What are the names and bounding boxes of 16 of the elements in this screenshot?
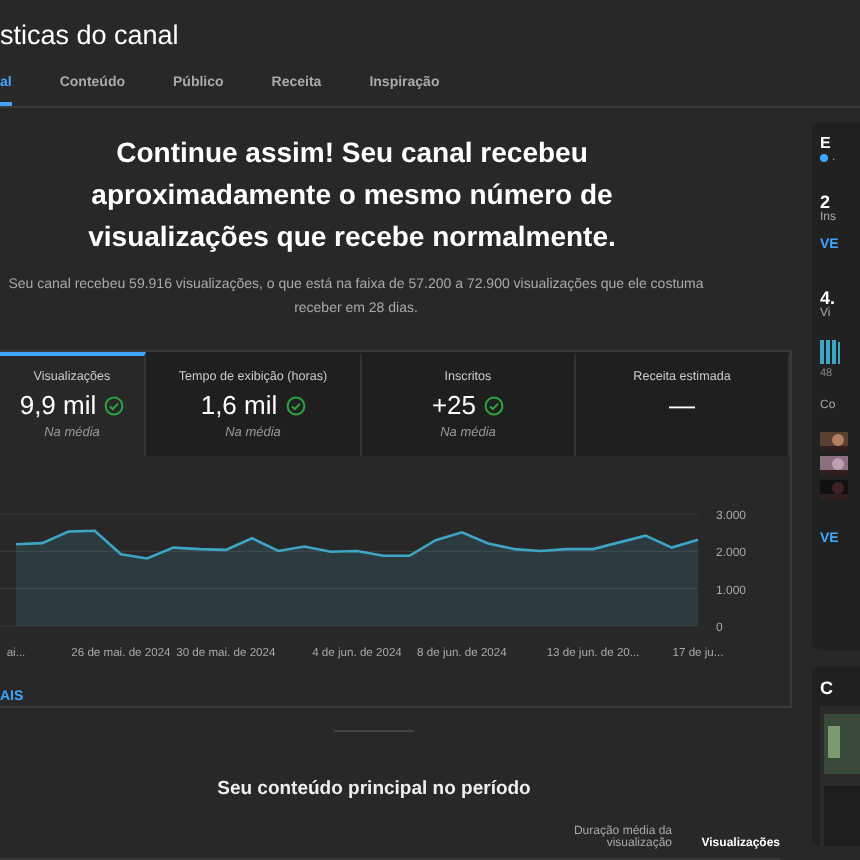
status-dot	[820, 154, 828, 162]
bar-chart-icon	[820, 340, 840, 364]
card-title: C	[820, 678, 835, 698]
metric-value: —	[669, 390, 695, 420]
check-icon	[104, 395, 125, 415]
page-title: sticas do canal	[0, 18, 181, 54]
card-title: E	[820, 134, 833, 152]
headline: Continue assim! Seu canal recebeu aproximadamente o mesmo número de visualizações que recebe normalmente.	[86, 134, 618, 256]
metric-value: 1,6 mil	[200, 390, 278, 420]
section-title: Seu conteúdo principal no período	[217, 778, 531, 800]
metric-value: 9,9 mil	[19, 390, 97, 420]
check-icon	[285, 395, 306, 415]
stat-value: 2	[820, 192, 831, 212]
check-icon	[484, 395, 505, 415]
metric-value: +25	[431, 390, 477, 420]
stat-value: 4.	[820, 288, 838, 308]
